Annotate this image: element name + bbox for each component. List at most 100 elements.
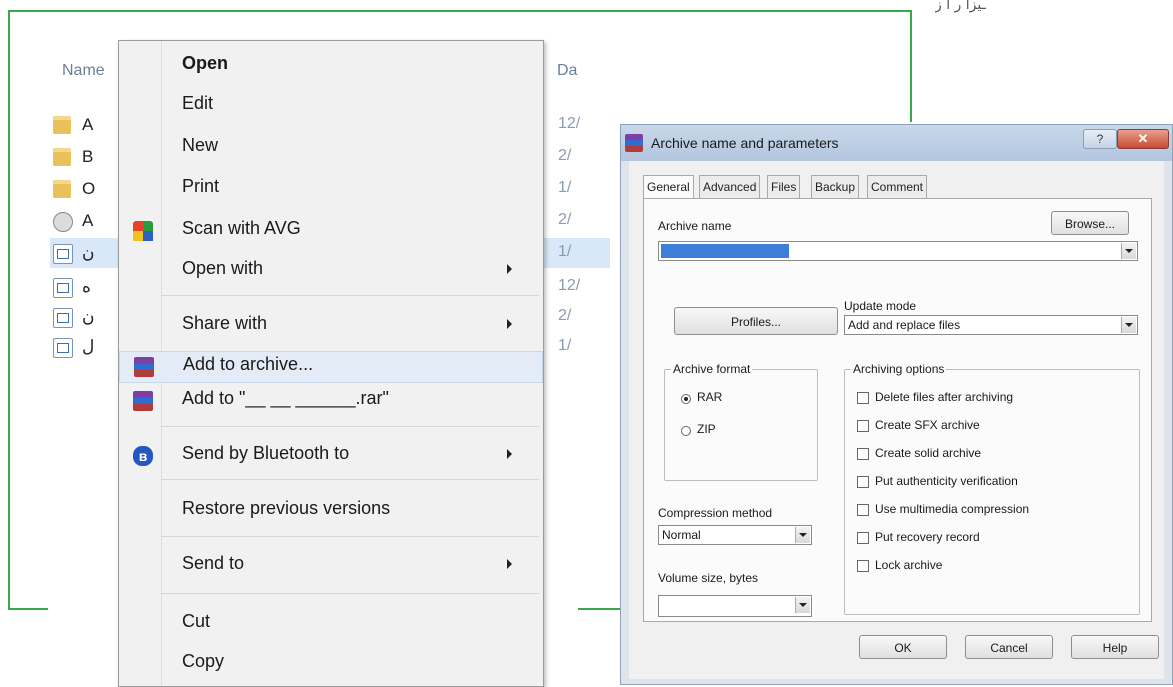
option-label: Create solid archive [875, 446, 982, 460]
dialog-titlebar[interactable]: Archive name and parameters ? ✕ [621, 125, 1172, 161]
cancel-button[interactable]: Cancel [965, 635, 1053, 659]
archive-name-selection [661, 244, 789, 258]
file-date: 1/ [558, 179, 572, 196]
option-label: Create SFX archive [875, 418, 980, 432]
close-icon[interactable]: ✕ [1117, 129, 1169, 149]
recovery-record-checkbox[interactable] [857, 532, 869, 544]
compression-method-select[interactable]: Normal [658, 525, 812, 545]
menu-item-label: New [182, 135, 219, 155]
dropdown-arrow-icon[interactable] [1121, 243, 1136, 259]
file-date: 2/ [558, 307, 572, 324]
archive-name-field[interactable] [658, 241, 1138, 261]
menu-item-edit[interactable]: Edit [119, 91, 543, 121]
menu-item-scan-avg[interactable]: Scan with AVG [119, 216, 543, 246]
dialog-client-area: General Advanced Files Backup Comment Ar… [629, 161, 1164, 679]
menu-item-print[interactable]: Print [119, 174, 543, 204]
option-label: Put authenticity verification [875, 474, 1018, 488]
menu-separator [161, 295, 539, 296]
menu-item-new[interactable]: New [119, 133, 543, 163]
tab-advanced[interactable]: Advanced [699, 175, 761, 198]
tab-general[interactable]: General [643, 175, 694, 200]
menu-item-label: Add to "__ __ ______.rar" [182, 388, 389, 408]
menu-item-label: Edit [182, 93, 214, 113]
menu-item-label: Scan with AVG [182, 218, 301, 238]
browse-button[interactable]: Browse... [1051, 211, 1129, 235]
menu-item-label: Add to archive... [183, 354, 314, 374]
menu-item-add-to-rar[interactable]: Add to "__ __ ______.rar" [119, 386, 543, 416]
bluetooth-icon: ʙ [133, 446, 153, 466]
menu-item-label: Restore previous versions [182, 498, 391, 518]
frame-line-bottom-left [8, 608, 48, 610]
frame-line-top [8, 10, 912, 12]
file-name: ه [82, 277, 91, 296]
document-icon [53, 338, 73, 358]
submenu-arrow-icon [507, 319, 512, 329]
menu-item-open[interactable]: Open [119, 51, 543, 81]
tab-files[interactable]: Files [767, 175, 801, 198]
document-icon [53, 278, 73, 298]
file-name: O [82, 179, 96, 198]
menu-item-copy[interactable]: Copy [119, 649, 543, 679]
date-column-header[interactable]: Da [557, 62, 577, 80]
update-mode-select[interactable]: Add and replace files [844, 315, 1138, 335]
menu-item-label: Print [182, 176, 220, 196]
menu-item-label: Send to [182, 553, 245, 573]
menu-item-cut[interactable]: Cut [119, 609, 543, 639]
update-mode-label: Update mode [844, 299, 917, 313]
dropdown-arrow-icon[interactable] [1121, 317, 1136, 333]
multimedia-checkbox[interactable] [857, 504, 869, 516]
file-name: A [82, 115, 94, 134]
folder-icon [53, 148, 71, 166]
dropdown-arrow-icon[interactable] [795, 527, 810, 543]
file-date: 12/ [558, 115, 581, 132]
document-icon [53, 308, 73, 328]
help-icon[interactable]: ? [1083, 129, 1117, 149]
profiles-button[interactable]: Profiles... [674, 307, 838, 335]
file-name: A [82, 211, 94, 230]
rar-label: RAR [697, 390, 723, 404]
zip-radio[interactable] [681, 426, 691, 436]
authenticity-checkbox[interactable] [857, 476, 869, 488]
menu-item-label: Open with [182, 258, 264, 278]
rar-radio[interactable] [681, 394, 691, 404]
delete-files-checkbox[interactable] [857, 392, 869, 404]
lock-archive-checkbox[interactable] [857, 560, 869, 572]
folder-icon [53, 180, 71, 198]
archive-name-label: Archive name [658, 219, 732, 233]
archive-icon [53, 212, 73, 232]
dropdown-arrow-icon[interactable] [795, 597, 810, 613]
tab-comment[interactable]: Comment [867, 175, 928, 198]
file-date: 2/ [558, 211, 572, 228]
create-sfx-checkbox[interactable] [857, 420, 869, 432]
menu-item-open-with[interactable]: Open with [119, 256, 543, 286]
file-date: 12/ [558, 277, 581, 294]
menu-item-send-bluetooth[interactable]: ʙ Send by Bluetooth to [119, 441, 543, 471]
menu-item-label: Cut [182, 611, 211, 631]
archive-dialog: Archive name and parameters ? ✕ General … [620, 124, 1173, 685]
file-name: B [82, 147, 94, 166]
file-date: 1/ [558, 243, 572, 260]
dialog-title: Archive name and parameters [651, 135, 839, 151]
tab-backup[interactable]: Backup [811, 175, 860, 198]
ok-button[interactable]: OK [859, 635, 947, 659]
name-column-header[interactable]: Name [62, 62, 105, 80]
archiving-options-group: Archiving options Delete files after arc… [844, 362, 1140, 615]
frame-line-left [8, 10, 10, 610]
help-button[interactable]: Help [1071, 635, 1159, 659]
archive-format-group: Archive format RAR ZIP [664, 362, 818, 481]
menu-item-restore-versions[interactable]: Restore previous versions [119, 496, 543, 526]
archive-format-label: Archive format [671, 362, 753, 376]
winrar-icon [133, 391, 153, 411]
menu-separator [161, 593, 539, 594]
volume-size-select[interactable] [658, 595, 812, 617]
option-label: Delete files after archiving [875, 390, 1014, 404]
frame-line-bottom-right [578, 608, 622, 610]
frame-line-right [910, 10, 912, 122]
create-solid-checkbox[interactable] [857, 448, 869, 460]
menu-separator [161, 536, 539, 537]
file-name: ل [82, 337, 95, 356]
option-label: Use multimedia compression [875, 502, 1030, 516]
menu-item-send-to[interactable]: Send to [119, 551, 543, 581]
menu-item-share-with[interactable]: Share with [119, 311, 543, 341]
menu-item-add-to-archive[interactable]: Add to archive... [119, 351, 543, 383]
